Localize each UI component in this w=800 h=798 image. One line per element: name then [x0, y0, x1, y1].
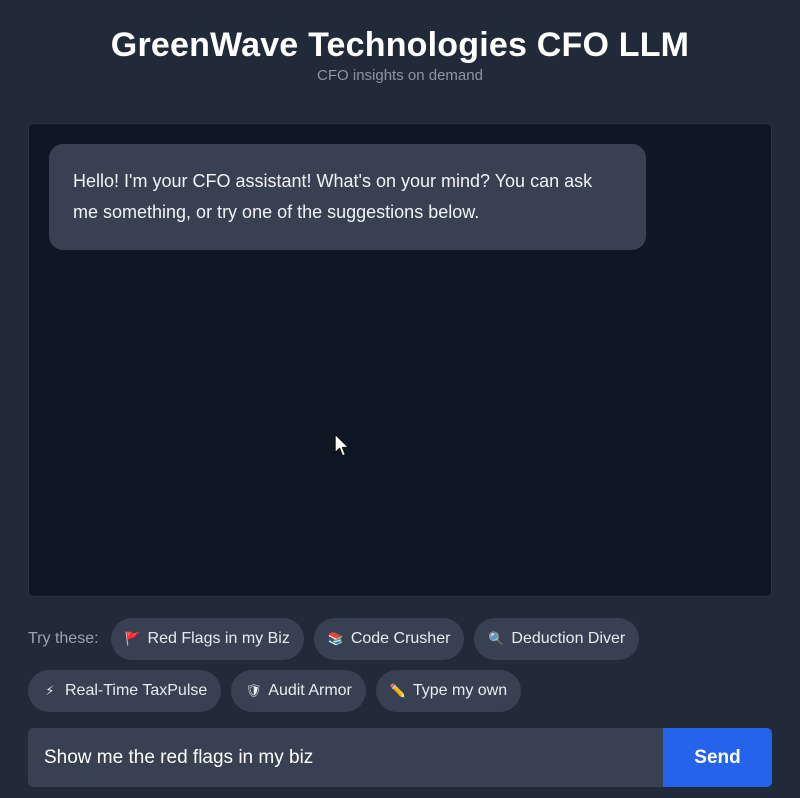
page-title: GreenWave Technologies CFO LLM — [110, 26, 690, 64]
suggestion-red-flags[interactable]: 🚩 Red Flags in my Biz — [110, 618, 304, 660]
page-subtitle: CFO insights on demand — [317, 67, 483, 84]
composer: Send — [28, 728, 772, 787]
suggestion-label: Audit Armor — [268, 682, 352, 699]
shield-icon: 🛡 — [245, 683, 262, 698]
suggestions: Try these: 🚩 Red Flags in my Biz 📚 Code … — [28, 617, 778, 721]
suggestion-label: Real-Time TaxPulse — [65, 682, 208, 699]
message-input[interactable] — [28, 728, 663, 787]
suggestion-label: Red Flags in my Biz — [147, 630, 290, 647]
lightning-icon: ⚡ — [45, 683, 55, 698]
mouse-cursor-icon — [334, 433, 350, 457]
red-flag-icon: 🚩 — [124, 631, 141, 646]
send-button[interactable]: Send — [663, 728, 772, 787]
assistant-message: Hello! I'm your CFO assistant! What's on… — [49, 144, 646, 250]
suggestion-type-my-own[interactable]: ✏️ Type my own — [375, 670, 522, 712]
app-root: GreenWave Technologies CFO LLM CFO insig… — [0, 0, 800, 798]
suggestions-row-2: ⚡ Real-Time TaxPulse 🛡 Audit Armor ✏️ Ty… — [28, 669, 778, 713]
pencil-icon: ✏️ — [389, 683, 407, 698]
suggestions-label: Try these: — [28, 630, 99, 647]
suggestion-label: Code Crusher — [350, 630, 451, 647]
magnifier-icon: 🔍 — [488, 631, 505, 646]
suggestion-deduction-diver[interactable]: 🔍 Deduction Diver — [474, 618, 640, 660]
header: GreenWave Technologies CFO LLM CFO insig… — [28, 0, 772, 86]
suggestion-code-crusher[interactable]: 📚 Code Crusher — [313, 618, 465, 660]
suggestion-taxpulse[interactable]: ⚡ Real-Time TaxPulse — [28, 670, 222, 712]
books-icon: 📚 — [327, 631, 344, 646]
suggestion-label: Deduction Diver — [511, 630, 626, 647]
chat-panel[interactable]: Hello! I'm your CFO assistant! What's on… — [28, 123, 772, 597]
suggestion-label: Type my own — [412, 682, 508, 699]
suggestion-audit-armor[interactable]: 🛡 Audit Armor — [231, 670, 366, 712]
suggestions-row-1: Try these: 🚩 Red Flags in my Biz 📚 Code … — [28, 617, 778, 661]
